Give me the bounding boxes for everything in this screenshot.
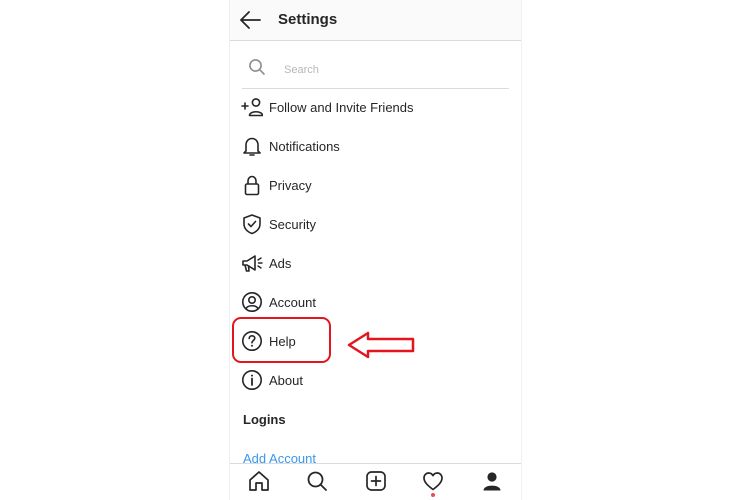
- info-circle-icon: [242, 370, 262, 390]
- menu-item-follow-invite[interactable]: Follow and Invite Friends: [230, 92, 521, 122]
- menu-item-privacy[interactable]: Privacy: [230, 170, 521, 200]
- profile-icon: [483, 472, 501, 491]
- menu-label: Notifications: [269, 139, 340, 154]
- arrow-left-icon: [240, 11, 261, 29]
- plus-square-icon: [366, 471, 386, 491]
- shield-check-icon: [243, 214, 261, 235]
- megaphone-icon: [242, 255, 263, 272]
- nav-activity-button[interactable]: [421, 469, 445, 493]
- nav-home-button[interactable]: [247, 469, 271, 493]
- page-title: Settings: [278, 11, 338, 28]
- heart-icon: [423, 472, 443, 491]
- menu-item-notifications[interactable]: Notifications: [230, 131, 521, 161]
- bottom-nav: [230, 463, 521, 500]
- search-bar[interactable]: [242, 54, 509, 89]
- nav-profile-button[interactable]: [480, 469, 504, 493]
- back-button[interactable]: [238, 8, 264, 32]
- nav-new-post-button[interactable]: [364, 469, 388, 493]
- menu-item-account[interactable]: Account: [230, 287, 521, 317]
- settings-screen: Settings Follow and Invite Friends Notif…: [229, 0, 522, 500]
- add-person-icon: [241, 98, 263, 117]
- menu-label: Follow and Invite Friends: [269, 100, 414, 115]
- header-bar: Settings: [230, 0, 521, 41]
- bell-icon: [243, 137, 261, 156]
- person-circle-icon: [242, 292, 262, 312]
- pointer-arrow-icon: [347, 331, 415, 359]
- lock-icon: [244, 175, 260, 196]
- activity-notification-dot: [431, 493, 435, 497]
- menu-label: Account: [269, 295, 316, 310]
- menu-label: Security: [269, 217, 316, 232]
- menu-item-ads[interactable]: Ads: [230, 248, 521, 278]
- search-input[interactable]: [284, 62, 494, 78]
- home-icon: [249, 471, 269, 491]
- search-icon: [307, 471, 327, 491]
- menu-item-security[interactable]: Security: [230, 209, 521, 239]
- help-highlight-box: [232, 317, 331, 363]
- menu-item-about[interactable]: About: [230, 365, 521, 395]
- search-icon: [249, 59, 265, 75]
- nav-search-button[interactable]: [305, 469, 329, 493]
- section-title-logins: Logins: [243, 412, 286, 427]
- menu-label: Ads: [269, 256, 292, 271]
- menu-label: Privacy: [269, 178, 312, 193]
- menu-label: About: [269, 373, 303, 388]
